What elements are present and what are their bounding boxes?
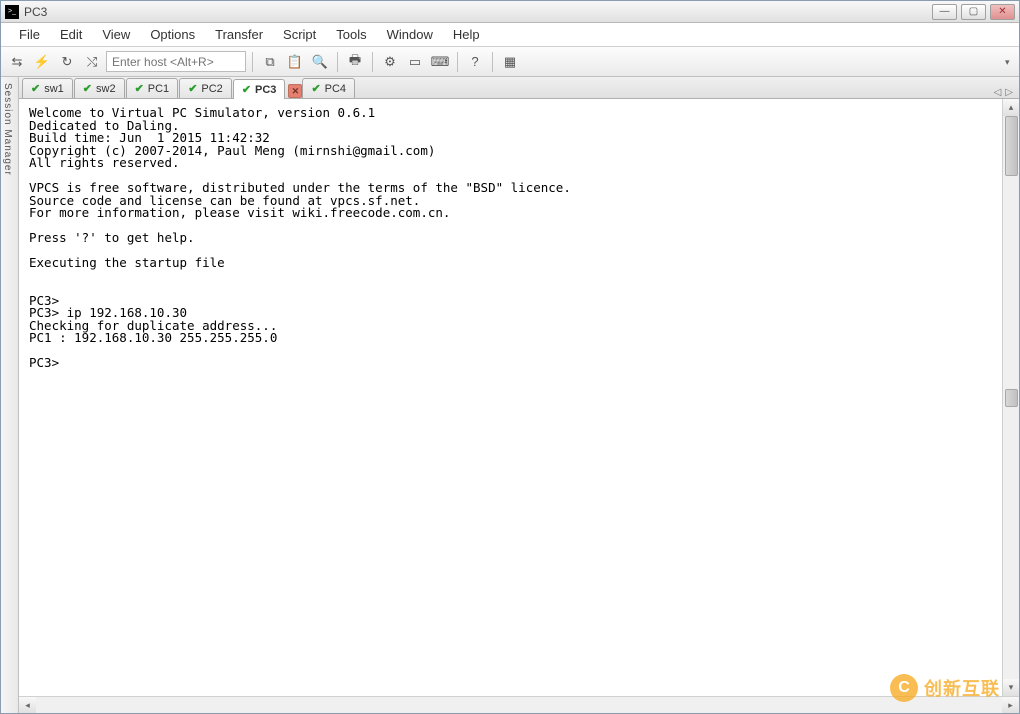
scroll-down-icon[interactable]: ▾ — [1003, 679, 1019, 696]
watermark-text: 创新互联 — [924, 675, 1000, 701]
find-icon[interactable]: 🔍 — [309, 51, 331, 73]
menu-view[interactable]: View — [92, 24, 140, 45]
tab-label: sw2 — [96, 83, 116, 95]
watermark: C 创新互联 — [890, 674, 1000, 702]
disconnect-icon[interactable]: ⤭ — [81, 51, 103, 73]
vertical-scrollbar[interactable]: ▴ ▾ — [1002, 99, 1019, 696]
check-icon: ✔ — [31, 82, 40, 95]
check-icon: ✔ — [83, 82, 92, 95]
menu-options[interactable]: Options — [140, 24, 205, 45]
tab-pc3[interactable]: ✔ PC3 — [233, 79, 286, 99]
tab-label: PC1 — [148, 83, 169, 95]
watermark-icon: C — [890, 674, 918, 702]
scroll-thumb-marker[interactable] — [1005, 389, 1018, 407]
main-area: ✔ sw1 ✔ sw2 ✔ PC1 ✔ PC2 ✔ PC3 ✕ ✔ PC4 ◁ ▷ Welc… — [19, 77, 1019, 713]
app-icon — [5, 5, 19, 19]
menu-window[interactable]: Window — [377, 24, 443, 45]
menu-edit[interactable]: Edit — [50, 24, 92, 45]
session-manager-tab[interactable]: Session Manager — [1, 77, 19, 713]
scroll-left-icon[interactable]: ◂ — [19, 697, 36, 713]
toolbar-separator — [337, 52, 338, 72]
toolbar-separator — [457, 52, 458, 72]
tab-bar: ✔ sw1 ✔ sw2 ✔ PC1 ✔ PC2 ✔ PC3 ✕ ✔ PC4 ◁ ▷ — [19, 77, 1019, 99]
tab-pc2[interactable]: ✔ PC2 — [179, 78, 232, 98]
content-row: Session Manager ✔ sw1 ✔ sw2 ✔ PC1 ✔ PC2 ✔ PC3… — [1, 77, 1019, 713]
scroll-right-icon[interactable]: ▸ — [1002, 697, 1019, 713]
menu-script[interactable]: Script — [273, 24, 326, 45]
check-icon: ✔ — [242, 83, 251, 96]
toolbar: ⇆ ⚡ ↻ ⤭ ⧉ 📋 🔍 🖶 ⚙ ▭ ⌨ ? ▦ ▾ — [1, 47, 1019, 77]
toolbar-overflow-icon[interactable]: ▾ — [1005, 57, 1015, 67]
check-icon: ✔ — [311, 82, 320, 95]
tab-label: sw1 — [44, 83, 64, 95]
session-options-icon[interactable]: ▭ — [404, 51, 426, 73]
tab-sw1[interactable]: ✔ sw1 — [22, 78, 73, 98]
terminal-output[interactable]: Welcome to Virtual PC Simulator, version… — [19, 99, 1002, 696]
copy-icon[interactable]: ⧉ — [259, 51, 281, 73]
extra-icon[interactable]: ▦ — [499, 51, 521, 73]
close-button[interactable]: ✕ — [990, 4, 1015, 20]
maximize-button[interactable]: ▢ — [961, 4, 986, 20]
help-icon[interactable]: ? — [464, 51, 486, 73]
tab-pc1[interactable]: ✔ PC1 — [126, 78, 179, 98]
menu-bar: File Edit View Options Transfer Script T… — [1, 23, 1019, 47]
print-icon[interactable]: 🖶 — [344, 51, 366, 73]
toolbar-separator — [252, 52, 253, 72]
minimize-button[interactable]: — — [932, 4, 957, 20]
window-title: PC3 — [24, 5, 932, 19]
check-icon: ✔ — [135, 82, 144, 95]
menu-file[interactable]: File — [9, 24, 50, 45]
hscroll-track[interactable] — [36, 697, 1002, 713]
host-input[interactable] — [106, 51, 246, 72]
keyboard-icon[interactable]: ⌨ — [429, 51, 451, 73]
scroll-thumb[interactable] — [1005, 116, 1018, 176]
paste-icon[interactable]: 📋 — [284, 51, 306, 73]
toolbar-separator — [492, 52, 493, 72]
menu-help[interactable]: Help — [443, 24, 490, 45]
tab-nav: ◁ ▷ — [994, 87, 1019, 98]
tab-label: PC2 — [201, 83, 222, 95]
reconnect-icon[interactable]: ↻ — [56, 51, 78, 73]
app-window: PC3 — ▢ ✕ File Edit View Options Transfe… — [0, 0, 1020, 714]
check-icon: ✔ — [188, 82, 197, 95]
horizontal-scrollbar[interactable]: ◂ ▸ — [19, 696, 1019, 713]
tab-next-icon[interactable]: ▷ — [1005, 87, 1013, 98]
scroll-up-icon[interactable]: ▴ — [1003, 99, 1019, 116]
options-icon[interactable]: ⚙ — [379, 51, 401, 73]
menu-tools[interactable]: Tools — [326, 24, 376, 45]
tab-sw2[interactable]: ✔ sw2 — [74, 78, 125, 98]
tab-label: PC3 — [255, 84, 276, 96]
quick-connect-icon[interactable]: ⚡ — [31, 51, 53, 73]
tab-label: PC4 — [325, 83, 346, 95]
title-bar: PC3 — ▢ ✕ — [1, 1, 1019, 23]
toolbar-separator — [372, 52, 373, 72]
terminal-wrap: Welcome to Virtual PC Simulator, version… — [19, 99, 1019, 696]
menu-transfer[interactable]: Transfer — [205, 24, 273, 45]
tab-close-button[interactable]: ✕ — [288, 84, 302, 98]
tab-prev-icon[interactable]: ◁ — [994, 87, 1002, 98]
connect-icon[interactable]: ⇆ — [6, 51, 28, 73]
tab-pc4[interactable]: ✔ PC4 — [302, 78, 355, 98]
window-controls: — ▢ ✕ — [932, 4, 1015, 20]
